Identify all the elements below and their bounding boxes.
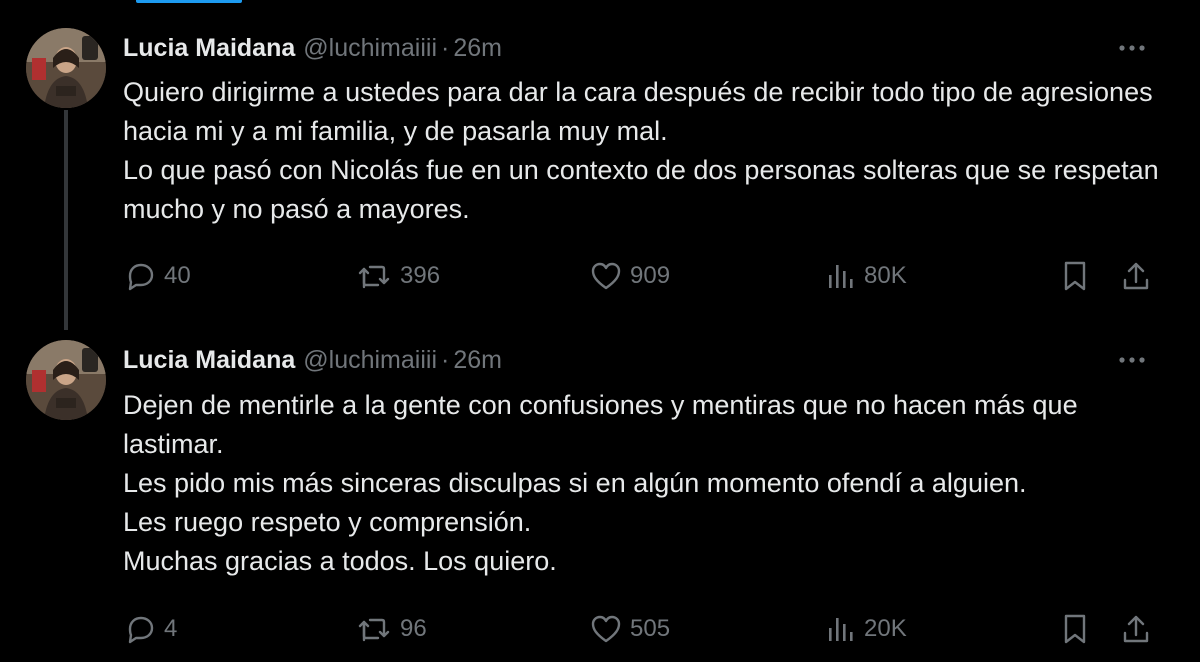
like-count: 505 [630,615,671,642]
tweet[interactable]: Lucia Maidana @luchimaiiii · 26m Dejen de m… [0,330,1200,662]
tweet-text: Dejen de mentirle a la gente con confusi… [123,386,1163,581]
repost-count: 396 [400,262,441,289]
repost-button[interactable]: 396 [356,256,440,296]
tweet-header: Lucia Maidana @luchimaiiii · 26m [123,340,502,380]
heart-icon [591,262,621,290]
more-dots-icon [1119,45,1145,51]
repost-count: 96 [400,615,427,642]
share-button[interactable] [1116,609,1156,649]
tweet-timestamp[interactable]: 26m [453,34,502,62]
repost-icon [358,618,390,642]
more-options-button[interactable] [1112,28,1152,68]
share-icon [1123,262,1149,290]
share-icon [1123,615,1149,643]
tweet-paragraph: Quiero dirigirme a ustedes para dar la c… [123,77,1153,146]
avatar[interactable] [26,340,106,420]
reply-count: 40 [164,262,191,289]
share-button[interactable] [1116,256,1156,296]
like-button[interactable]: 505 [590,609,670,649]
author-handle[interactable]: @luchimaiiii [303,346,437,374]
tweet-paragraph: Les pido mis más sinceras disculpas si e… [123,468,1027,498]
views-chart-icon [829,265,853,288]
bookmark-button[interactable] [1055,256,1095,296]
tweet-paragraph: Lo que pasó con Nicolás fue en un contex… [123,155,1159,224]
reply-count: 4 [164,615,178,642]
repost-icon [358,265,390,289]
tweet-header: Lucia Maidana @luchimaiiii · 26m [123,28,502,68]
separator-dot: · [441,34,450,62]
tweet[interactable]: Lucia Maidana @luchimaiiii · 26m Quiero dir… [0,0,1200,330]
views-count: 80K [864,262,907,289]
author-name[interactable]: Lucia Maidana [123,346,295,374]
repost-button[interactable]: 96 [356,609,427,649]
author-handle[interactable]: @luchimaiiii [303,34,437,62]
more-options-button[interactable] [1112,340,1152,380]
views-chart-icon [829,618,853,641]
like-count: 909 [630,262,671,289]
bookmark-icon [1064,614,1086,644]
author-name[interactable]: Lucia Maidana [123,34,295,62]
reply-button[interactable]: 40 [124,256,191,296]
views-count: 20K [864,615,907,642]
reply-icon [128,263,154,291]
tweet-paragraph: Les ruego respeto y comprensión. [123,507,532,537]
reply-icon [128,616,154,644]
reply-button[interactable]: 4 [124,609,177,649]
avatar[interactable] [26,28,106,108]
tweet-paragraph: Dejen de mentirle a la gente con confusi… [123,390,1078,459]
views-button[interactable]: 80K [826,256,907,296]
views-button[interactable]: 20K [826,609,907,649]
bookmark-button[interactable] [1055,609,1095,649]
tweet-actions: 4 96 505 20K [0,609,1200,649]
like-button[interactable]: 909 [590,256,670,296]
bookmark-icon [1064,261,1086,291]
heart-icon [591,615,621,643]
thread-connector-line [64,110,68,330]
separator-dot: · [441,346,450,374]
tweet-actions: 40 396 909 80K [0,256,1200,296]
more-dots-icon [1119,357,1145,363]
tweet-paragraph: Muchas gracias a todos. Los quiero. [123,546,557,576]
tweet-timestamp[interactable]: 26m [453,346,502,374]
tweet-text: Quiero dirigirme a ustedes para dar la c… [123,73,1163,229]
